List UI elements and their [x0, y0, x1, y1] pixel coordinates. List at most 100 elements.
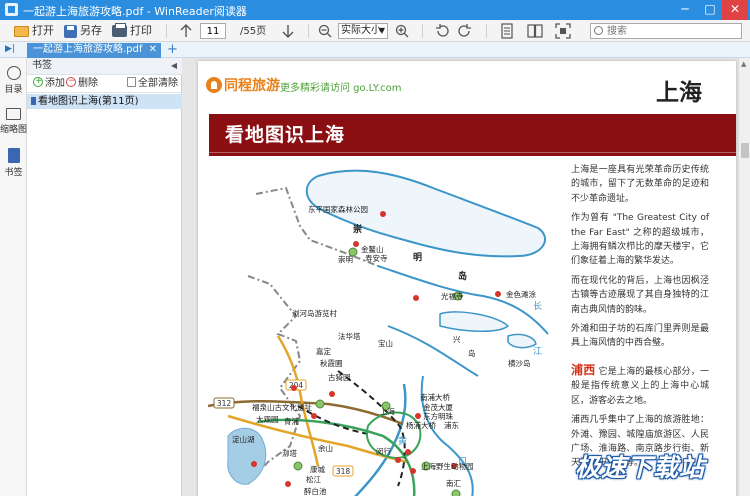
- map-label: 兴: [453, 335, 461, 344]
- side-strip: 目录 缩略图 书签: [0, 58, 27, 496]
- open-label: 打开: [32, 24, 54, 37]
- huangpu-river: [354, 383, 407, 496]
- zoom-out-icon[interactable]: [318, 24, 332, 42]
- map-district: [293, 461, 303, 471]
- toolbar-separator: [308, 24, 309, 38]
- brand-mark-icon: [206, 77, 222, 93]
- pdf-page: 同程旅游 更多精彩请访问 go.LY.com 上海 看地图识上海 312 204…: [198, 61, 736, 496]
- map-point: [311, 413, 317, 419]
- bookmark-panel-title: 书签: [32, 60, 52, 71]
- city-title: 上海: [656, 80, 702, 106]
- map-label: 浦东: [444, 420, 459, 430]
- close-button[interactable]: ✕: [722, 0, 748, 20]
- search-icon: [594, 26, 603, 35]
- search-box[interactable]: [590, 23, 742, 39]
- sidebar-item-bookmarks[interactable]: 书签: [0, 148, 27, 178]
- map-label: 松江: [306, 474, 321, 484]
- map-point: [329, 391, 335, 397]
- save-as-button[interactable]: 另存: [64, 22, 102, 40]
- map-label: 横沙岛: [508, 358, 531, 368]
- scroll-up-icon[interactable]: ▲: [741, 60, 746, 68]
- sidebar-toggle-icon[interactable]: ▶|: [5, 44, 15, 54]
- page-banner: 看地图识上海: [209, 114, 736, 156]
- map-label: 闵行: [376, 446, 391, 456]
- window-title: 一起游上海旅游攻略.pdf - WinReader阅读器: [23, 5, 247, 18]
- delete-bookmark-button[interactable]: 删除: [66, 74, 98, 91]
- section-heading: 浦西: [571, 362, 596, 377]
- map-label: 崇明: [338, 255, 353, 264]
- map-label: 嘉定: [316, 346, 331, 356]
- bookmark-item[interactable]: 看地图识上海(第11页): [27, 94, 182, 109]
- page-total: /55页: [240, 26, 267, 37]
- map-label: 上海: [380, 406, 395, 416]
- page-number-input[interactable]: [200, 23, 226, 39]
- brand-logo: 同程旅游: [206, 75, 280, 95]
- map-label: 黄: [398, 435, 407, 447]
- road-badge-312: 312: [213, 397, 235, 409]
- sidebar-item-label: 书签: [4, 168, 23, 178]
- add-label: 添加: [45, 78, 65, 89]
- print-button[interactable]: 打印: [112, 22, 152, 40]
- bookmark-icon: [7, 148, 20, 163]
- search-input[interactable]: [607, 24, 737, 38]
- close-tab-icon[interactable]: ✕: [149, 43, 157, 57]
- sidebar-item-toc[interactable]: 目录: [0, 66, 27, 95]
- collapse-icon[interactable]: ◀: [171, 58, 177, 74]
- rotate-right-icon[interactable]: [458, 24, 472, 42]
- puxi-section: 浦西 它是上海的最核心部分，一般是指传统意义上的上海中心城区，游客必去之地。: [571, 363, 709, 408]
- scrollbar-thumb[interactable]: [741, 143, 749, 158]
- map-label: 南浦大桥: [420, 392, 450, 402]
- changxing-island: [439, 311, 510, 333]
- tab-bar: ▶| 一起游上海旅游攻略.pdf ✕ +: [0, 42, 750, 58]
- zoom-select[interactable]: 实际大小 ▼: [338, 23, 388, 39]
- clear-bookmarks-button[interactable]: 全部清除: [127, 77, 178, 91]
- bookmark-actions: 添加 删除 全部清除: [27, 74, 182, 93]
- road-badge-318: 318: [332, 465, 354, 477]
- shanghai-map: 312 204 318 东平国家森林公园 金鳌山 寿安寺 崇明 崇 明 岛 光福…: [208, 169, 549, 496]
- map-label: 金鳌山: [361, 244, 384, 254]
- arrow-up-icon[interactable]: [179, 24, 193, 42]
- map-label: 岛: [458, 270, 467, 282]
- minimize-button[interactable]: ─: [672, 0, 698, 20]
- maximize-button[interactable]: □: [697, 0, 723, 20]
- map-label: 宝山: [378, 338, 393, 348]
- map-label: 明: [413, 252, 422, 263]
- map-label: 青浦: [284, 416, 299, 426]
- vertical-scrollbar[interactable]: ▲: [738, 58, 750, 496]
- toolbar-separator: [422, 24, 423, 38]
- zoom-in-icon[interactable]: [395, 24, 409, 42]
- sidebar-item-label: 目录: [4, 85, 23, 95]
- slogan: 更多精彩请访问 go.LY.com: [280, 83, 402, 94]
- open-button[interactable]: 打开: [14, 22, 54, 40]
- sidebar-item-thumbnails[interactable]: 缩略图: [0, 108, 27, 135]
- add-tab-button[interactable]: +: [167, 42, 178, 57]
- document-tab[interactable]: 一起游上海旅游攻略.pdf ✕: [27, 43, 161, 58]
- map-label: 醉白池: [304, 486, 327, 496]
- paragraph: 作为曾有 "The Greatest City of the Far East"…: [571, 213, 709, 267]
- two-page-icon[interactable]: [527, 23, 543, 41]
- map-point: [353, 241, 359, 247]
- bookmark-item-label: 看地图识上海(第11页): [38, 96, 139, 107]
- map-point: [495, 291, 501, 297]
- map-label: 东方明珠: [423, 411, 453, 421]
- sidebar-item-label: 缩略图: [0, 125, 28, 135]
- printer-icon: [112, 23, 127, 37]
- arrow-down-icon[interactable]: [281, 24, 295, 42]
- svg-text:318: 318: [336, 467, 351, 476]
- document-viewer[interactable]: 同程旅游 更多精彩请访问 go.LY.com 上海 看地图识上海 312 204…: [182, 58, 738, 496]
- map-label: 长: [533, 300, 542, 312]
- add-icon: [33, 74, 43, 88]
- clear-label: 全部清除: [138, 78, 178, 89]
- save-icon: [64, 24, 77, 38]
- thumbnail-icon: [6, 108, 21, 120]
- fullscreen-icon[interactable]: [555, 23, 571, 41]
- zoom-value: 实际大小: [341, 25, 381, 36]
- map-label: 金茂大厦: [423, 402, 453, 412]
- single-page-icon[interactable]: [500, 23, 514, 41]
- folder-icon: [14, 25, 29, 37]
- rotate-left-icon[interactable]: [435, 24, 449, 42]
- toc-icon: [6, 66, 21, 80]
- add-bookmark-button[interactable]: 添加: [33, 74, 65, 91]
- map-label: 杨浦大桥: [406, 420, 436, 430]
- toolbar: 打开 另存 打印 /55页 实际大小 ▼: [0, 20, 750, 42]
